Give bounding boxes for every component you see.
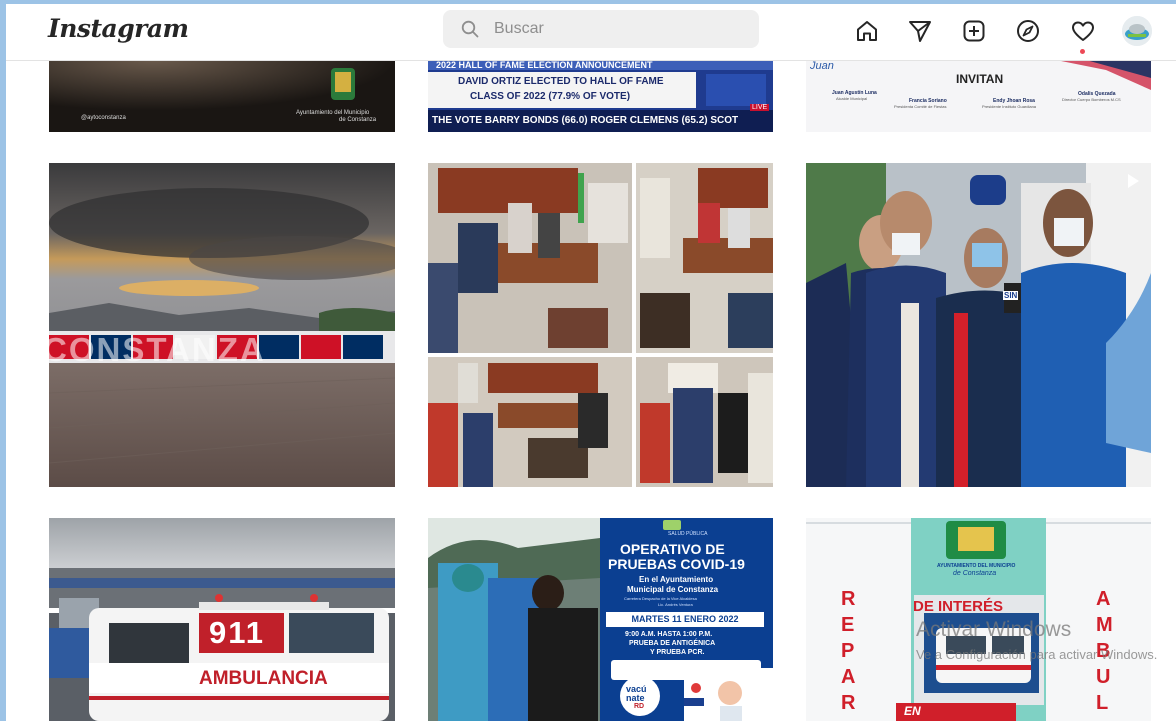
covid-title-1: OPERATIVO DE	[620, 541, 725, 557]
home-icon[interactable]	[853, 17, 881, 45]
direct-message-icon[interactable]	[906, 17, 934, 45]
invite-script: Juan	[810, 60, 834, 72]
invite-title: INVITAN	[956, 72, 1004, 86]
covid-test-1: PRUEBA DE ANTIGÉNICA	[629, 640, 716, 647]
post-footer-org: Ayuntamiento del Municipio	[296, 110, 370, 116]
activity-heart-icon[interactable]	[1069, 17, 1097, 45]
left-letter-5: R	[841, 692, 856, 714]
covid-header: SALUD PÚBLICA	[668, 531, 708, 537]
news-ticker: THE VOTE BARRY BONDS (66.0) ROGER CLEMEN…	[432, 115, 739, 126]
right-letter-5: L	[1096, 692, 1109, 714]
activate-windows-subtitle: Ve a Configuración para activar Windows.	[916, 647, 1158, 662]
covid-sub-4: Lic. Andrés Ventura	[658, 602, 693, 607]
news-line-1: DAVID ORTIZ ELECTED TO HALL OF FAME	[458, 76, 664, 87]
right-letter-1: A	[1096, 588, 1111, 610]
explore-icon[interactable]	[1014, 17, 1042, 45]
covid-sub-1: En el Ayuntamiento	[639, 575, 714, 584]
ambulance-number: 911	[209, 615, 266, 650]
left-letter-4: A	[841, 666, 856, 688]
profile-avatar[interactable]	[1122, 16, 1152, 46]
left-letter-1: R	[841, 588, 856, 610]
invite-role-4: Director Cuerpo Bomberos M.CS	[1062, 97, 1121, 102]
vacunate-2: nate	[626, 693, 645, 703]
post-footer-handle: @aytoconstanza	[81, 115, 126, 121]
interest-heading: DE INTERÉS	[913, 598, 1004, 615]
news-banner: 2022 HALL OF FAME ELECTION ANNOUNCEMENT	[436, 60, 653, 70]
interest-org-1: AYUNTAMIENTO DEL MUNICIPIO	[937, 563, 1016, 569]
left-letter-3: P	[841, 640, 855, 662]
interest-org-2: de Constanza	[953, 570, 997, 577]
right-letter-4: U	[1096, 666, 1111, 688]
mic-flag: SIN	[1003, 291, 1019, 300]
top-nav-bar: Instagram Buscar	[6, 4, 1176, 61]
instagram-logo[interactable]: Instagram	[48, 14, 189, 43]
ambulance-label: AMBULANCIA	[199, 668, 328, 689]
invite-role-2: Presidenta Comité de Fiestas	[894, 104, 947, 109]
left-letter-2: E	[841, 614, 855, 636]
search-icon	[461, 20, 479, 43]
post-tile[interactable]: 911 AMBULANCIA	[49, 518, 395, 721]
covid-hours: 9:00 A.M. HASTA 1:00 P.M.	[625, 631, 713, 638]
invite-role-3: Presidente Instituto Guardiana	[982, 104, 1037, 109]
covid-date: MARTES 11 ENERO 2022	[606, 612, 764, 627]
instagram-page: Instagram Buscar @aytoconstanza Ayuntami…	[6, 4, 1176, 721]
covid-sub-3: Carretera Despacho de la Vice Alcaldesa	[624, 596, 697, 601]
post-footer-org-2: de Constanza	[339, 117, 377, 123]
search-placeholder: Buscar	[494, 20, 544, 37]
post-tile[interactable]: SIN	[806, 163, 1151, 487]
post-tile[interactable]	[428, 163, 773, 487]
vacunate-3: RD	[634, 703, 645, 710]
post-tile[interactable]: Juan INVITAN Juan Agustín Luna Alcalde M…	[806, 60, 1151, 132]
covid-test-2: Y PRUEBA PCR.	[650, 649, 705, 656]
right-letter-2: M	[1096, 614, 1113, 636]
post-tile[interactable]: CONSTANZA	[49, 163, 395, 487]
covid-sub-2: Municipal de Constanza	[627, 585, 719, 594]
activate-windows-title: Activar Windows	[916, 618, 1072, 641]
post-tile[interactable]: SALUD PÚBLICA OPERATIVO DE PRUEBAS COVID…	[428, 518, 773, 721]
post-tile[interactable]: @aytoconstanza Ayuntamiento del Municipi…	[49, 60, 395, 132]
news-line-2: CLASS OF 2022 (77.9% OF VOTE)	[470, 91, 631, 102]
new-post-icon[interactable]	[960, 17, 988, 45]
notification-dot	[1080, 49, 1085, 54]
video-indicator-icon	[1122, 171, 1142, 191]
constanza-sign: CONSTANZA	[49, 331, 266, 368]
post-tile[interactable]: 2022 HALL OF FAME ELECTION ANNOUNCEMENT …	[428, 60, 773, 132]
search-input[interactable]: Buscar	[443, 10, 759, 48]
covid-title-2: PRUEBAS COVID-19	[608, 556, 745, 572]
interest-bottom: EN	[904, 704, 921, 718]
invite-role-1: Alcalde Municipal	[836, 96, 868, 101]
live-badge: LIVE	[750, 104, 770, 111]
